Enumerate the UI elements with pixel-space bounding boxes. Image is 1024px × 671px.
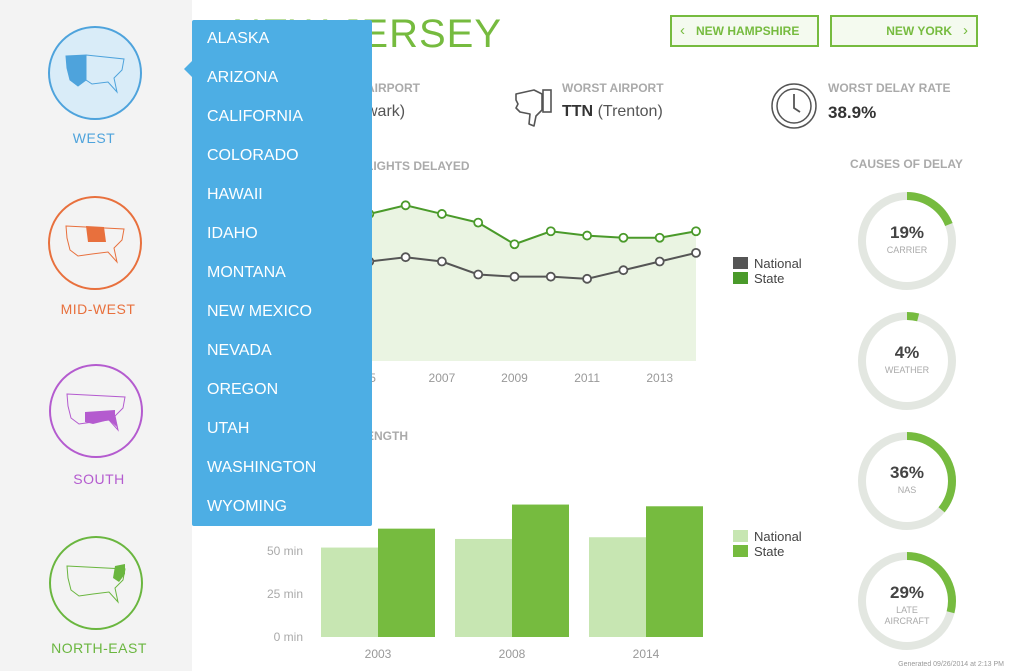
dropdown-item-hawaii[interactable]: HAWAII (207, 182, 263, 208)
y-tick-25: 25 min (267, 587, 303, 601)
dropdown-item-arizona[interactable]: ARIZONA (207, 65, 278, 91)
x-tick-2003: 2003 (365, 647, 392, 661)
legend-national: National (733, 529, 802, 544)
x-tick-2014: 2014 (633, 647, 660, 661)
dropdown-item-new-mexico[interactable]: NEW MEXICO (207, 299, 312, 325)
dropdown-item-colorado[interactable]: COLORADO (207, 143, 299, 169)
donut-percent: 4% (894, 343, 920, 362)
generated-timestamp: Generated 09/26/2014 at 2:13 PM (898, 661, 1004, 668)
dropdown-item-oregon[interactable]: OREGON (207, 377, 278, 403)
donut-caption: NAS (897, 485, 917, 495)
donut-percent: 36% (889, 463, 925, 482)
dropdown-item-utah[interactable]: UTAH (207, 416, 249, 442)
causes-title: CAUSES OF DELAY (850, 157, 963, 171)
bar-chart-legend: National State (733, 529, 802, 559)
bar-state-2014 (646, 506, 703, 637)
app-root: WEST MID-WEST SOUTH NORTH-EAST JERSEY ‹ … (0, 0, 1024, 671)
dropdown-item-washington[interactable]: WASHINGTON (207, 455, 316, 481)
dropdown-item-wyoming[interactable]: WYOMING (207, 494, 287, 520)
dropdown-item-idaho[interactable]: IDAHO (207, 221, 258, 247)
donut-caption: LATE AIRCRAFT (884, 605, 930, 626)
donut-caption: CARRIER (886, 245, 928, 255)
bar-national-2014 (589, 537, 646, 637)
x-tick-2008: 2008 (499, 647, 526, 661)
bar-state-2008 (512, 504, 569, 637)
donut-percent: 19% (889, 223, 925, 242)
legend-state: State (733, 544, 802, 559)
donut-nas: 36% NAS (855, 429, 959, 533)
donut-weather: 4% WEATHER (855, 309, 959, 413)
donut-caption: WEATHER (884, 365, 930, 375)
donut-percent: 29% (889, 583, 925, 602)
y-tick-0: 0 min (274, 630, 303, 644)
dropdown-caret (184, 61, 192, 77)
donut-carrier: 19% CARRIER (855, 189, 959, 293)
state-dropdown-menu: ALASKA ARIZONA CALIFORNIA COLORADO HAWAI… (184, 20, 372, 526)
bar-national-2003 (321, 547, 378, 637)
dropdown-item-alaska[interactable]: ALASKA (207, 26, 269, 52)
bar-national-2008 (455, 538, 512, 637)
dropdown-item-california[interactable]: CALIFORNIA (207, 104, 303, 130)
donut-late-aircraft: 29% LATE AIRCRAFT (855, 549, 959, 653)
y-tick-50: 50 min (267, 544, 303, 558)
bar-state-2003 (378, 528, 435, 637)
dropdown-item-montana[interactable]: MONTANA (207, 260, 286, 286)
dropdown-item-nevada[interactable]: NEVADA (207, 338, 272, 364)
